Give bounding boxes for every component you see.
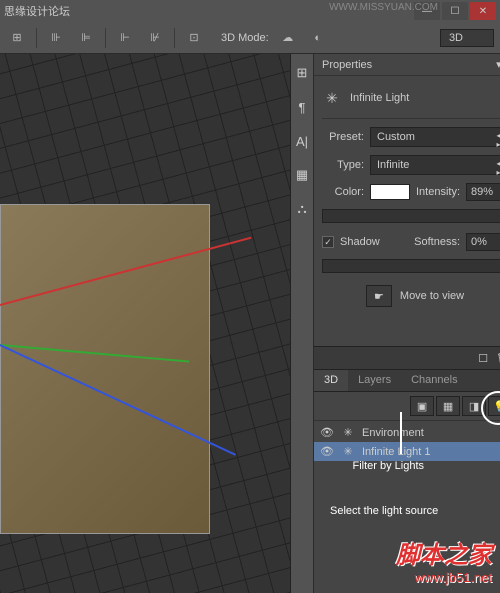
watermark: 脚本之家 www.jb51.net bbox=[396, 535, 492, 585]
light-title: Infinite Light bbox=[350, 92, 409, 104]
layer-environment[interactable]: 👁 ✳ Environment bbox=[314, 423, 500, 442]
watermark-url: WWW.MISSYUAN.COM bbox=[329, 2, 438, 13]
panel-menu-icon[interactable]: ▾≡ bbox=[496, 58, 500, 71]
visibility-icon[interactable]: 👁 bbox=[320, 445, 334, 458]
move-to-view-icon[interactable]: ☛ bbox=[366, 285, 392, 307]
filter-material-icon[interactable]: ◨ bbox=[462, 396, 486, 416]
tab-3d[interactable]: 3D bbox=[314, 370, 348, 391]
preset-label: Preset: bbox=[322, 131, 364, 143]
tab-channels[interactable]: Channels bbox=[401, 370, 467, 391]
type-label: Type: bbox=[322, 159, 364, 171]
trash-icon[interactable]: 🗑 bbox=[496, 352, 500, 365]
softness-label: Softness: bbox=[414, 236, 460, 248]
filter-lights-icon[interactable]: 💡 bbox=[488, 396, 500, 416]
tool-icon[interactable]: ⊞ bbox=[6, 27, 28, 49]
opt-icon[interactable]: ⊡ bbox=[183, 27, 205, 49]
cam-icon[interactable]: ◐ bbox=[307, 27, 329, 49]
annotation-filter: Filter by Lights bbox=[352, 460, 424, 472]
shadow-label: Shadow bbox=[340, 236, 380, 248]
align2-icon[interactable]: ⊫ bbox=[75, 27, 97, 49]
softness-input[interactable]: 0% bbox=[466, 233, 500, 251]
title-cn: 思缘设计论坛 bbox=[4, 3, 70, 19]
dist2-icon[interactable]: ⊮ bbox=[144, 27, 166, 49]
filter-mesh-icon[interactable]: ▦ bbox=[436, 396, 460, 416]
orbit-icon[interactable]: ☁ bbox=[277, 27, 299, 49]
watermark-url-bottom: www.jb51.net bbox=[396, 570, 492, 585]
vtool-paragraph-icon[interactable]: ¶ bbox=[291, 96, 313, 118]
close-button[interactable]: ✕ bbox=[470, 2, 496, 20]
align-icon[interactable]: ⊪ bbox=[45, 27, 67, 49]
workspace-select[interactable]: 3D bbox=[440, 29, 494, 47]
options-bar: ⊞ ⊪ ⊫ ⊩ ⊮ ⊡ 3D Mode: ☁ ◐ 3D bbox=[0, 22, 500, 54]
layer-infinite-light[interactable]: 👁 ✳ Infinite Light 1 bbox=[314, 442, 500, 461]
visibility-icon[interactable]: 👁 bbox=[320, 426, 334, 439]
intensity-slider[interactable] bbox=[322, 209, 500, 223]
window-titlebar: 思缘设计论坛 WWW.MISSYUAN.COM — ☐ ✕ bbox=[0, 0, 500, 22]
env-icon: ✳ bbox=[340, 426, 356, 439]
mode-label: 3D Mode: bbox=[221, 32, 269, 44]
move-to-view-label: Move to view bbox=[400, 290, 464, 302]
intensity-input[interactable]: 89% bbox=[466, 183, 500, 201]
3d-viewport[interactable] bbox=[0, 54, 290, 593]
dist-icon[interactable]: ⊩ bbox=[114, 27, 136, 49]
color-swatch[interactable] bbox=[370, 184, 410, 200]
tab-layers[interactable]: Layers bbox=[348, 370, 401, 391]
scene-content bbox=[0, 204, 210, 534]
softness-slider[interactable] bbox=[322, 259, 500, 273]
shadow-checkbox[interactable]: ✓ bbox=[322, 236, 334, 248]
properties-title: Properties bbox=[322, 59, 372, 71]
vtool-1[interactable]: ⊞ bbox=[291, 62, 313, 84]
maximize-button[interactable]: ☐ bbox=[442, 2, 468, 20]
light-row-icon: ✳ bbox=[340, 445, 356, 458]
watermark-cn: 脚本之家 bbox=[396, 535, 492, 570]
layer-label: Infinite Light 1 bbox=[362, 446, 431, 458]
bottom-tabs: 3D Layers Channels ▾≡ bbox=[314, 370, 500, 392]
properties-panel-header: Properties ▾≡ bbox=[314, 54, 500, 76]
intensity-label: Intensity: bbox=[416, 186, 460, 198]
vertical-tool-strip: ⊞ ¶ A| ▦ ⛬ bbox=[291, 54, 314, 593]
vtool-swatches-icon[interactable]: ▦ bbox=[291, 164, 313, 186]
annotation-select: Select the light source bbox=[330, 505, 438, 517]
layer-label: Environment bbox=[362, 427, 424, 439]
preset-select[interactable]: Custom bbox=[370, 127, 500, 147]
type-select[interactable]: Infinite bbox=[370, 155, 500, 175]
vtool-text-icon[interactable]: A| bbox=[291, 130, 313, 152]
filter-scene-icon[interactable]: ▣ bbox=[410, 396, 434, 416]
vtool-adjust-icon[interactable]: ⛬ bbox=[291, 198, 313, 220]
tabs-menu-icon[interactable]: ▾≡ bbox=[496, 370, 500, 391]
color-label: Color: bbox=[322, 186, 364, 198]
light-icon: ✳ bbox=[322, 88, 342, 108]
render-icon[interactable]: ☐ bbox=[478, 352, 488, 365]
panel-footer-icons: ☐ 🗑 bbox=[314, 346, 500, 370]
